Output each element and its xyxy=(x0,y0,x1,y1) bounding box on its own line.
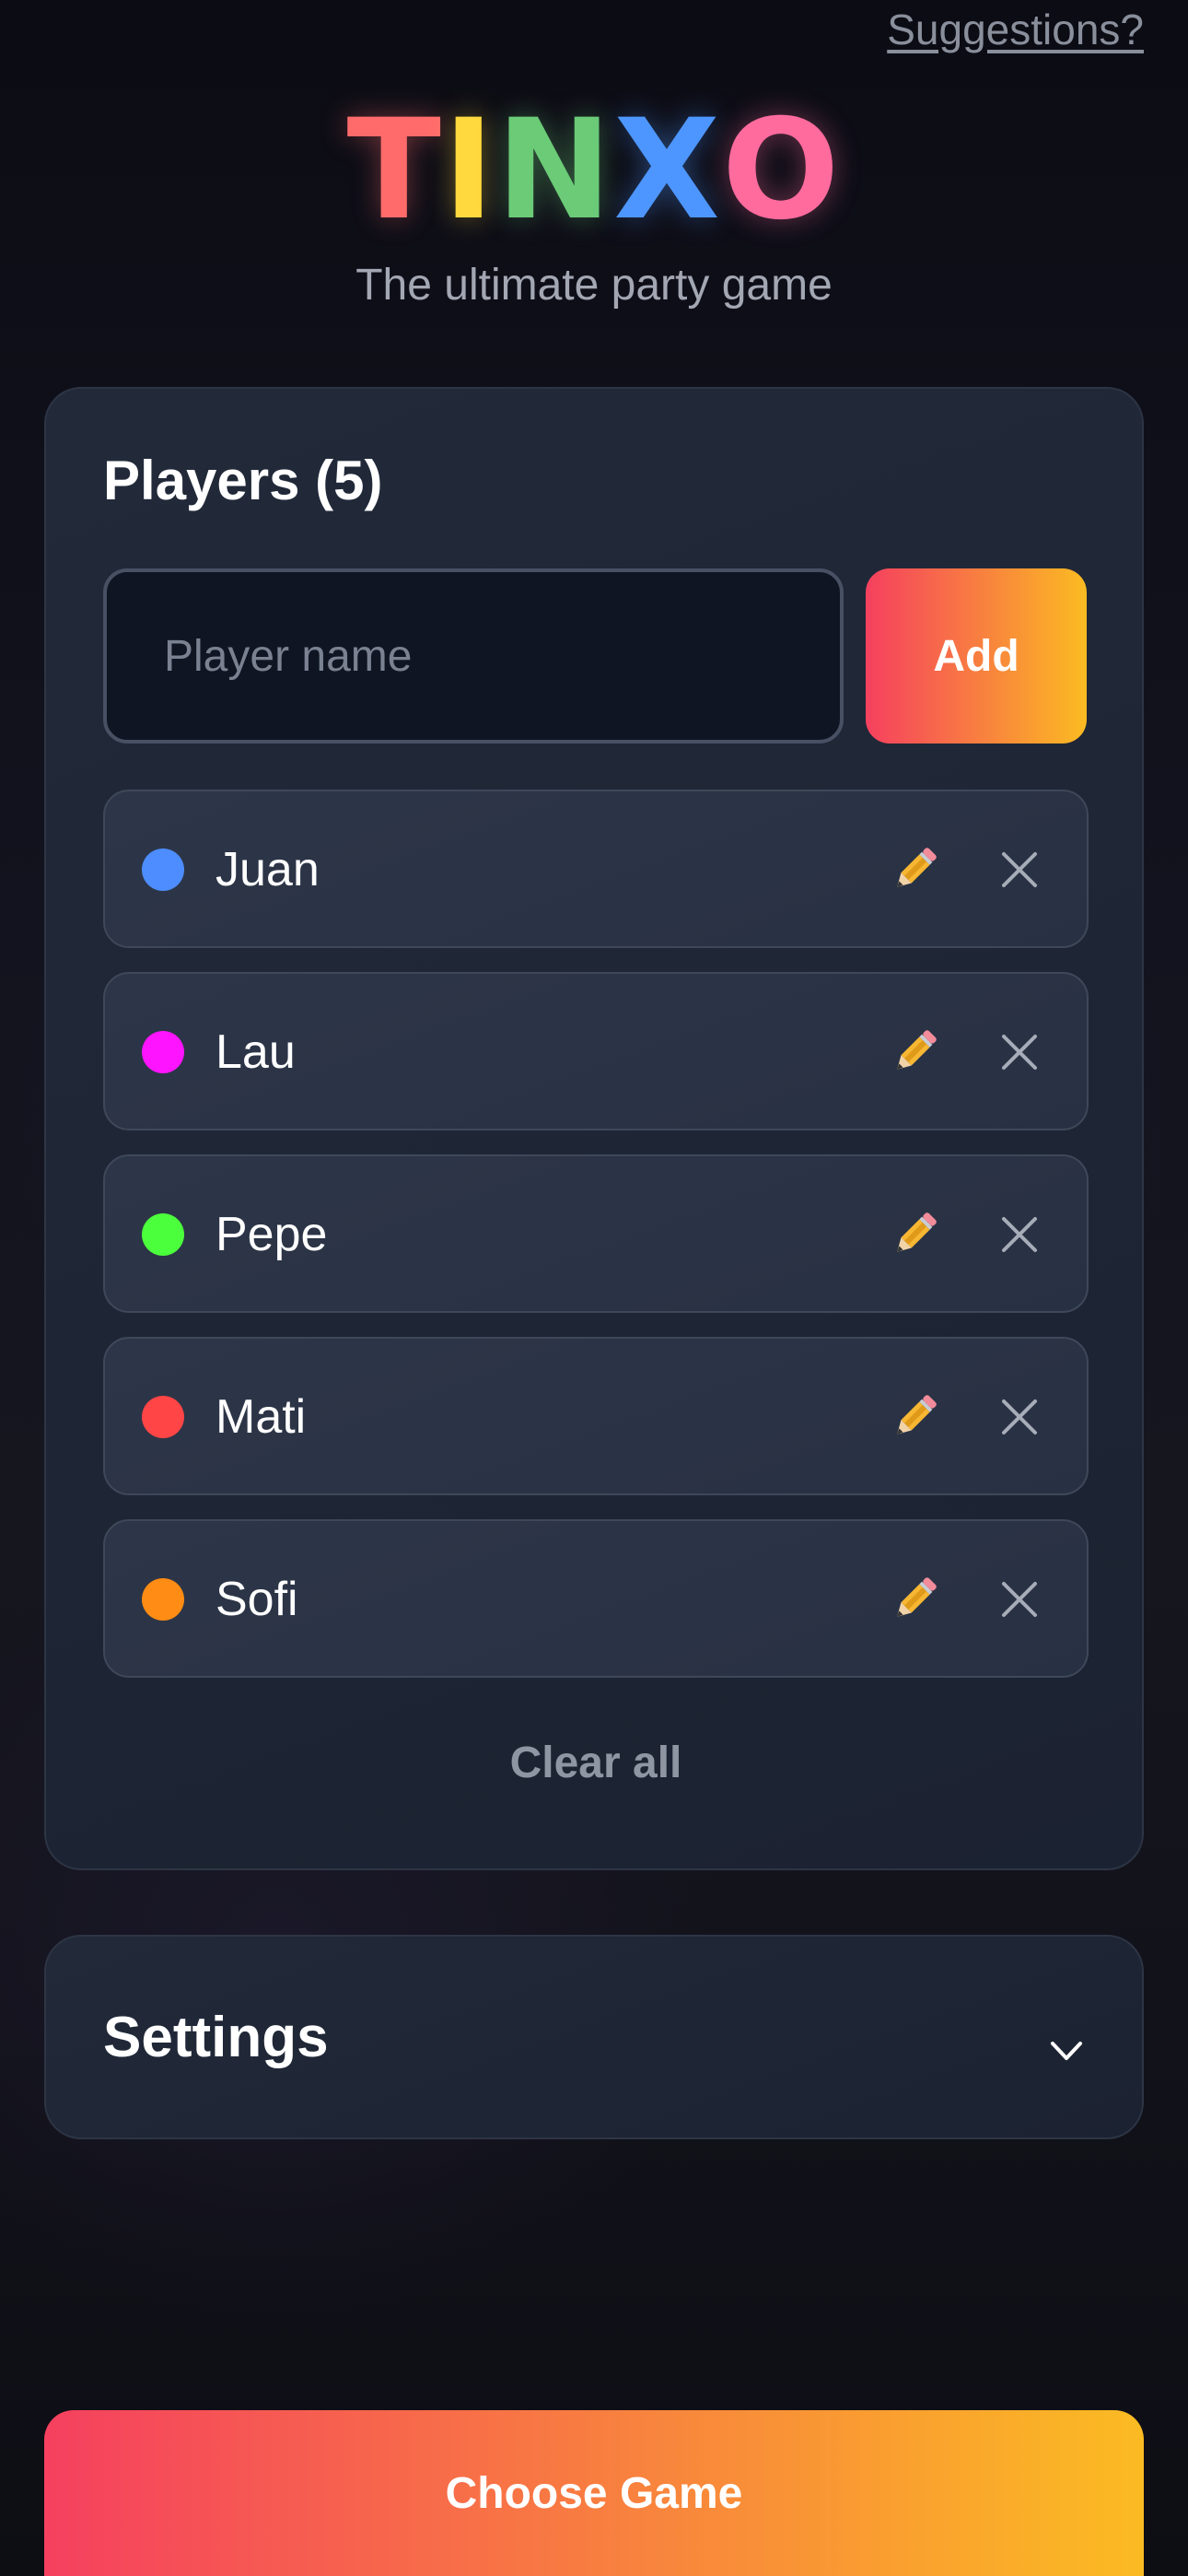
player-color-dot xyxy=(142,849,184,891)
player-name-input[interactable] xyxy=(103,568,844,744)
close-icon[interactable] xyxy=(996,1029,1042,1075)
player-name: Juan xyxy=(215,843,320,896)
player-row: Juan xyxy=(103,790,1089,948)
settings-card[interactable]: Settings xyxy=(44,1935,1144,2139)
logo-letter: I xyxy=(442,90,496,251)
chevron-down-icon xyxy=(1051,2042,1082,2060)
players-title: Players (5) xyxy=(103,450,383,511)
app-logo: TINXO xyxy=(0,92,1188,249)
player-name: Mati xyxy=(215,1390,307,1444)
logo-letter: N xyxy=(495,90,614,251)
logo-letter: O xyxy=(721,90,842,251)
players-card: Players (5) Add Juan Lau Pepe Mati Sofi Clea… xyxy=(44,387,1144,1870)
pencil-icon[interactable] xyxy=(886,1387,945,1446)
close-icon[interactable] xyxy=(996,1394,1042,1440)
player-color-dot xyxy=(142,1396,184,1438)
close-icon[interactable] xyxy=(996,847,1042,893)
clear-all-button[interactable]: Clear all xyxy=(46,1734,1146,1793)
logo-letter: X xyxy=(613,90,722,251)
player-list: Juan Lau Pepe Mati Sofi xyxy=(103,790,1089,1702)
player-color-dot xyxy=(142,1031,184,1073)
player-name: Lau xyxy=(215,1025,296,1079)
settings-title: Settings xyxy=(103,2006,329,2069)
suggestions-link[interactable]: Suggestions? xyxy=(887,0,1144,59)
add-player-button[interactable]: Add xyxy=(866,568,1087,744)
close-icon[interactable] xyxy=(996,1212,1042,1258)
player-color-dot xyxy=(142,1213,184,1256)
player-row: Sofi xyxy=(103,1519,1089,1678)
player-name: Sofi xyxy=(215,1573,298,1626)
tagline: The ultimate party game xyxy=(355,261,833,310)
pencil-icon[interactable] xyxy=(886,1022,945,1081)
choose-game-button[interactable]: Choose Game xyxy=(44,2410,1144,2576)
logo-letter: T xyxy=(346,90,443,251)
player-row: Pepe xyxy=(103,1154,1089,1313)
pencil-icon[interactable] xyxy=(886,839,945,898)
player-color-dot xyxy=(142,1578,184,1621)
player-name: Pepe xyxy=(215,1208,328,1261)
player-row: Lau xyxy=(103,972,1089,1130)
pencil-icon[interactable] xyxy=(886,1204,945,1263)
pencil-icon[interactable] xyxy=(886,1569,945,1628)
close-icon[interactable] xyxy=(996,1576,1042,1622)
player-row: Mati xyxy=(103,1337,1089,1495)
